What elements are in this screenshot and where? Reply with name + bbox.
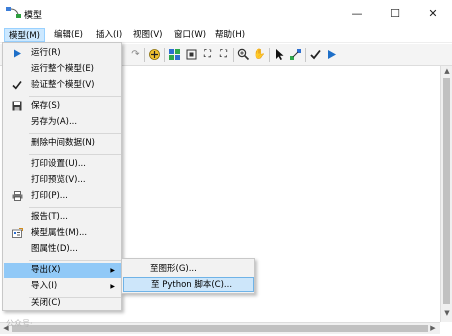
menu-item-label: 保存(S) bbox=[31, 101, 61, 111]
menu-item-delete-intermediate-data[interactable]: 删除中间数据(N) bbox=[4, 136, 121, 151]
menu-edit[interactable]: 编辑(E) bbox=[50, 28, 87, 42]
menu-separator bbox=[29, 133, 121, 134]
checkmark-icon bbox=[11, 79, 23, 91]
title-bar: 模型 — ☐ ✕ bbox=[0, 0, 452, 27]
redo-icon[interactable]: ↷ bbox=[129, 48, 142, 61]
menu-view[interactable]: 视图(V) bbox=[129, 28, 166, 42]
horizontal-scrollbar[interactable]: ◀ ▶ bbox=[0, 322, 440, 334]
toolbar-separator bbox=[269, 48, 270, 62]
toolbar-separator bbox=[144, 48, 145, 62]
menu-item-diagram-properties[interactable]: 图属性(D)... bbox=[4, 242, 121, 257]
menu-item-label: 运行(R) bbox=[31, 48, 61, 58]
menu-help[interactable]: 帮助(H) bbox=[211, 28, 249, 42]
pan-hand-icon[interactable]: ✋ bbox=[253, 48, 266, 61]
menu-item-label: 导出(X) bbox=[31, 265, 61, 275]
properties-icon bbox=[11, 227, 23, 239]
window-title: 模型 bbox=[24, 11, 43, 21]
connect-icon[interactable] bbox=[289, 48, 302, 61]
toolbar-separator bbox=[164, 48, 165, 62]
menu-item-label: 打印(P)... bbox=[31, 191, 68, 201]
menu-item-print-preview[interactable]: 打印预览(V)... bbox=[4, 173, 121, 188]
minimize-button[interactable]: — bbox=[338, 0, 376, 27]
menu-item-label: 导入(I) bbox=[31, 281, 58, 291]
scroll-up-icon[interactable]: ▲ bbox=[443, 67, 451, 77]
fixed-zoom-out-icon[interactable]: ⛶ bbox=[217, 48, 230, 61]
menu-item-run-entire-model[interactable]: 运行整个模型(E) bbox=[4, 62, 121, 77]
submenu-item-to-graphic[interactable]: 至图形(G)... bbox=[123, 262, 254, 277]
zoom-in-icon[interactable] bbox=[237, 48, 250, 61]
model-menu-dropdown: 运行(R) 运行整个模型(E) 验证整个模型(V) 保存(S) 另存为(A)..… bbox=[2, 42, 122, 311]
run-arrow-icon bbox=[11, 47, 23, 59]
maximize-button[interactable]: ☐ bbox=[376, 0, 414, 27]
auto-layout-icon[interactable] bbox=[168, 48, 181, 61]
menu-model[interactable]: 模型(M) bbox=[4, 28, 45, 42]
menu-item-import[interactable]: 导入(I) ▶ bbox=[4, 279, 121, 294]
menu-item-report[interactable]: 报告(T)... bbox=[4, 210, 121, 225]
vertical-scrollbar[interactable]: ▲ ▼ bbox=[440, 66, 452, 322]
menu-separator bbox=[29, 154, 121, 155]
menu-item-save-as[interactable]: 另存为(A)... bbox=[4, 115, 121, 130]
menu-item-label: 验证整个模型(V) bbox=[31, 80, 95, 90]
menu-item-label: 报告(T)... bbox=[31, 212, 68, 222]
vertical-scroll-thumb[interactable] bbox=[443, 78, 450, 304]
menu-window[interactable]: 窗口(W) bbox=[170, 28, 210, 42]
export-submenu: 至图形(G)... 至 Python 脚本(C)... bbox=[121, 258, 255, 294]
run-icon[interactable] bbox=[325, 48, 338, 61]
menu-item-label: 打印预览(V)... bbox=[31, 175, 86, 185]
toolbar-separator bbox=[305, 48, 306, 62]
submenu-item-label: 至图形(G)... bbox=[150, 264, 197, 274]
model-app-icon bbox=[6, 7, 21, 18]
select-pointer-icon[interactable] bbox=[273, 48, 286, 61]
menu-item-save[interactable]: 保存(S) bbox=[4, 99, 121, 114]
submenu-arrow-icon: ▶ bbox=[110, 267, 115, 274]
close-button[interactable]: ✕ bbox=[414, 0, 452, 27]
save-disk-icon bbox=[11, 100, 23, 112]
toolbar-separator bbox=[233, 48, 234, 62]
fixed-zoom-in-icon[interactable]: ⛶ bbox=[201, 48, 214, 61]
menu-item-label: 关闭(C) bbox=[31, 298, 61, 308]
submenu-item-label: 至 Python 脚本(C)... bbox=[151, 280, 233, 290]
menu-item-label: 打印设置(U)... bbox=[31, 159, 86, 169]
menu-separator bbox=[29, 96, 121, 97]
submenu-arrow-icon: ▶ bbox=[110, 283, 115, 290]
menu-item-close[interactable]: 关闭(C) bbox=[4, 296, 121, 311]
menu-item-label: 图属性(D)... bbox=[31, 244, 78, 254]
menu-item-label: 另存为(A)... bbox=[31, 117, 78, 127]
scroll-down-icon[interactable]: ▼ bbox=[443, 309, 451, 319]
menu-item-export[interactable]: 导出(X) ▶ bbox=[4, 263, 121, 278]
submenu-item-to-python-script[interactable]: 至 Python 脚本(C)... bbox=[123, 277, 254, 292]
watermark: 公众号· bbox=[6, 319, 33, 328]
full-extent-icon[interactable] bbox=[185, 48, 198, 61]
menu-item-label: 模型属性(M)... bbox=[31, 228, 88, 238]
add-data-icon[interactable] bbox=[148, 48, 161, 61]
scroll-right-icon[interactable]: ▶ bbox=[428, 324, 438, 334]
menu-insert[interactable]: 插入(I) bbox=[92, 28, 126, 42]
horizontal-scroll-thumb[interactable] bbox=[12, 325, 428, 332]
menu-item-run[interactable]: 运行(R) bbox=[4, 46, 121, 61]
menu-item-validate-model[interactable]: 验证整个模型(V) bbox=[4, 78, 121, 93]
menu-item-print-setup[interactable]: 打印设置(U)... bbox=[4, 157, 121, 172]
validate-check-icon[interactable] bbox=[309, 48, 322, 61]
menu-item-print[interactable]: 打印(P)... bbox=[4, 189, 121, 204]
menu-bar: 模型(M) 编辑(E) 插入(I) 视图(V) 窗口(W) 帮助(H) bbox=[0, 27, 452, 43]
menu-separator bbox=[29, 260, 121, 261]
menu-item-label: 删除中间数据(N) bbox=[31, 138, 95, 148]
printer-icon bbox=[11, 190, 23, 202]
menu-separator bbox=[29, 207, 121, 208]
menu-item-label: 运行整个模型(E) bbox=[31, 64, 95, 74]
menu-item-model-properties[interactable]: 模型属性(M)... bbox=[4, 226, 121, 241]
